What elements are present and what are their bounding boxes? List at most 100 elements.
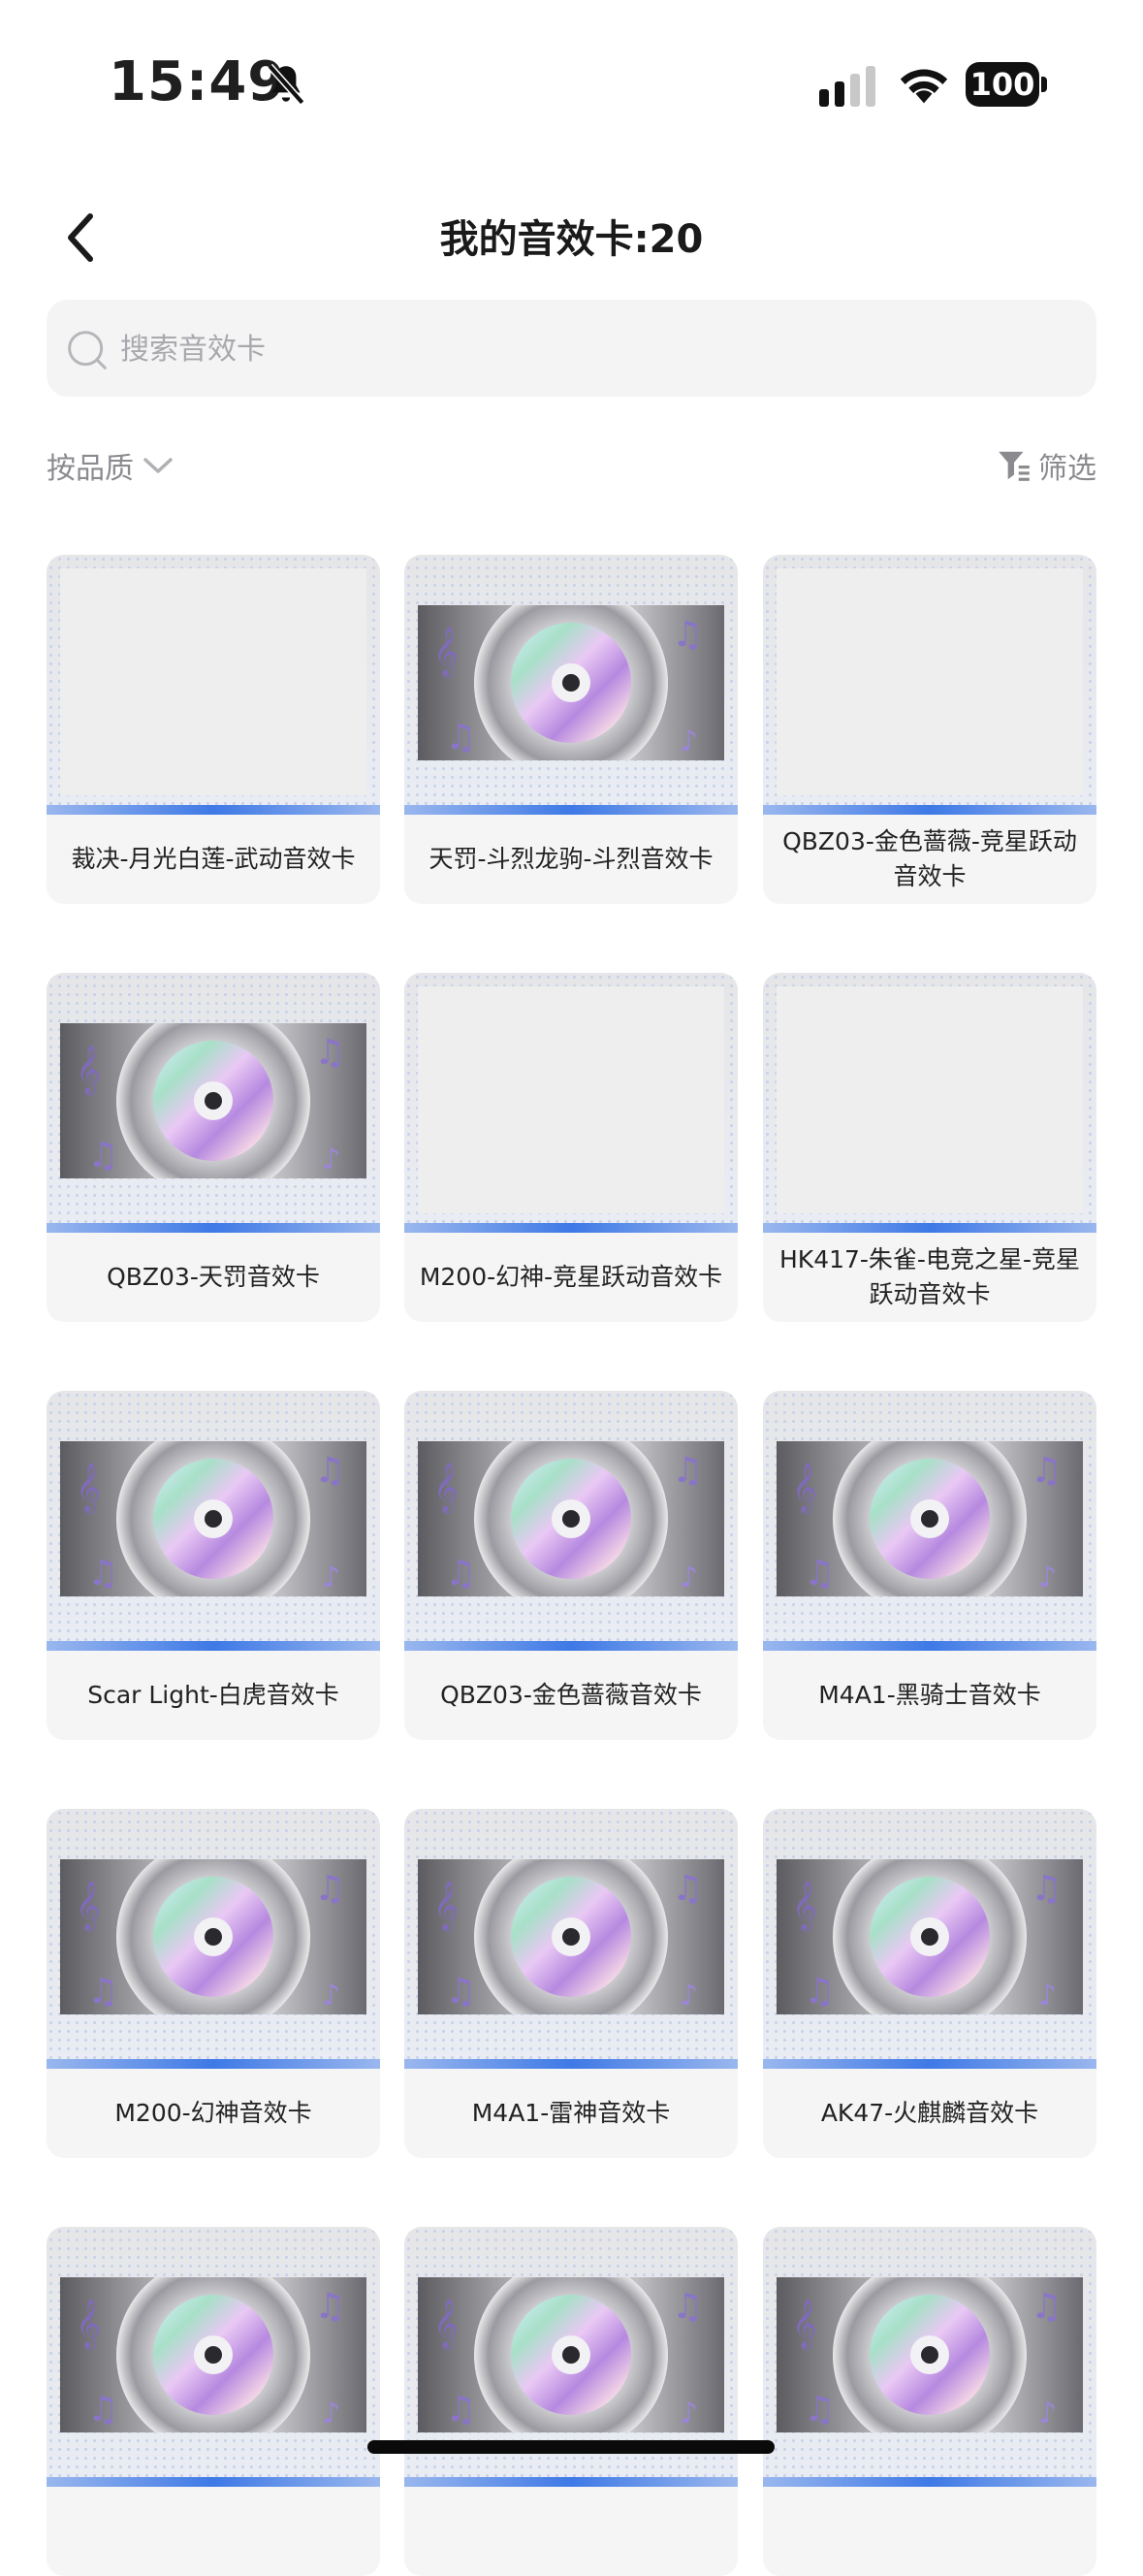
sound-card-thumbnail (404, 973, 738, 1229)
svg-text:𝄞: 𝄞 (433, 627, 459, 678)
sound-card-label (773, 2487, 1087, 2576)
sound-card[interactable]: 𝄞 ♫ ♫ ♪ 天罚-斗烈龙驹-斗烈音效卡 (404, 555, 738, 904)
sort-label: 按品质 (47, 452, 134, 486)
svg-text:♫: ♫ (672, 1869, 703, 1909)
svg-text:♫: ♫ (672, 2287, 703, 2327)
sound-card[interactable]: M200-幻神-竞星跃动音效卡 (404, 973, 738, 1322)
sound-card[interactable]: 𝄞 ♫ ♫ ♪ (47, 2227, 380, 2576)
image-placeholder (777, 568, 1083, 795)
quality-bar (763, 805, 1096, 815)
sound-card-thumbnail (763, 973, 1096, 1229)
sound-card-label: QBZ03-天罚音效卡 (107, 1263, 320, 1291)
svg-text:♫: ♫ (672, 1451, 703, 1491)
sound-card-label (414, 2487, 728, 2576)
sound-card[interactable]: 𝄞 ♫ ♫ ♪ Scar Light-白虎音效卡 (47, 1391, 380, 1740)
sound-card-thumbnail: 𝄞 ♫ ♫ ♪ (47, 973, 380, 1229)
sound-card-label: M4A1-黑骑士音效卡 (818, 1681, 1041, 1709)
quality-bar (47, 1641, 380, 1651)
svg-text:𝄞: 𝄞 (76, 1463, 101, 1514)
svg-text:♪: ♪ (680, 1561, 698, 1594)
quality-bar (47, 805, 380, 815)
sound-card-label: 裁决-月光白莲-武动音效卡 (71, 845, 356, 873)
svg-text:♫: ♫ (445, 718, 476, 757)
svg-text:♪: ♪ (680, 1979, 698, 2012)
svg-text:♫: ♫ (87, 2390, 118, 2430)
svg-text:♫: ♫ (87, 1554, 118, 1594)
disc-icon: 𝄞 ♫ ♫ ♪ (777, 2277, 1083, 2432)
search-input[interactable] (118, 319, 1053, 379)
svg-text:♪: ♪ (1038, 1561, 1057, 1594)
image-placeholder (777, 986, 1083, 1213)
svg-text:♪: ♪ (1038, 2397, 1057, 2431)
disc-icon: 𝄞 ♫ ♫ ♪ (418, 1441, 724, 1596)
quality-bar (763, 1223, 1096, 1233)
svg-text:♪: ♪ (680, 2397, 698, 2431)
search-bar[interactable] (47, 300, 1096, 397)
sound-card-thumbnail: 𝄞 ♫ ♫ ♪ (763, 1391, 1096, 1647)
quality-bar (404, 2059, 738, 2069)
sound-card[interactable]: 𝄞 ♫ ♫ ♪ M200-幻神音效卡 (47, 1809, 380, 2158)
svg-text:𝄞: 𝄞 (76, 2299, 101, 2350)
svg-text:♪: ♪ (1038, 1979, 1057, 2012)
search-icon (68, 331, 107, 370)
sound-card-thumbnail (47, 555, 380, 811)
disc-icon: 𝄞 ♫ ♫ ♪ (60, 1441, 366, 1596)
svg-text:♫: ♫ (87, 1136, 118, 1175)
svg-text:♫: ♫ (1031, 2287, 1062, 2327)
filter-button[interactable]: 筛选 (996, 444, 1096, 487)
sound-card[interactable]: 𝄞 ♫ ♫ ♪ QBZ03-天罚音效卡 (47, 973, 380, 1322)
image-placeholder (418, 986, 724, 1213)
sound-card[interactable]: 𝄞 ♫ ♫ ♪ (404, 2227, 738, 2576)
svg-text:♫: ♫ (445, 1972, 476, 2012)
image-placeholder (60, 568, 366, 795)
sound-card[interactable]: HK417-朱雀-电竞之星-竞星跃动音效卡 (763, 973, 1096, 1322)
svg-text:♫: ♫ (314, 2287, 345, 2327)
sound-card[interactable]: 裁决-月光白莲-武动音效卡 (47, 555, 380, 904)
quality-bar (404, 1641, 738, 1651)
sort-quality-dropdown[interactable]: 按品质 (47, 444, 175, 487)
sound-card[interactable]: 𝄞 ♫ ♫ ♪ AK47-火麒麟音效卡 (763, 1809, 1096, 2158)
disc-icon: 𝄞 ♫ ♫ ♪ (60, 1023, 366, 1178)
battery-icon: 100 (966, 62, 1049, 107)
svg-text:♫: ♫ (672, 615, 703, 655)
sound-card-thumbnail: 𝄞 ♫ ♫ ♪ (404, 555, 738, 811)
sound-card-thumbnail: 𝄞 ♫ ♫ ♪ (47, 1809, 380, 2065)
svg-text:♫: ♫ (445, 1554, 476, 1594)
svg-text:♫: ♫ (445, 2390, 476, 2430)
svg-text:♪: ♪ (322, 1561, 340, 1594)
sound-card-label: QBZ03-金色蔷薇-竞星跃动音效卡 (782, 827, 1077, 890)
svg-text:𝄞: 𝄞 (792, 2299, 817, 2350)
svg-text:♪: ♪ (322, 1143, 340, 1176)
sound-card-label: AK47-火麒麟音效卡 (820, 2099, 1039, 2127)
quality-bar (763, 1641, 1096, 1651)
svg-text:♫: ♫ (1031, 1451, 1062, 1491)
sound-card[interactable]: 𝄞 ♫ ♫ ♪ (763, 2227, 1096, 2576)
svg-text:♪: ♪ (680, 724, 698, 758)
svg-text:𝄞: 𝄞 (76, 1045, 101, 1096)
sound-card-label: M200-幻神音效卡 (114, 2099, 312, 2127)
sound-card[interactable]: 𝄞 ♫ ♫ ♪ M4A1-雷神音效卡 (404, 1809, 738, 2158)
sound-card-thumbnail: 𝄞 ♫ ♫ ♪ (763, 2227, 1096, 2483)
chevron-down-icon (143, 458, 173, 473)
disc-icon: 𝄞 ♫ ♫ ♪ (60, 1859, 366, 2014)
disc-icon: 𝄞 ♫ ♫ ♪ (777, 1859, 1083, 2014)
sound-card[interactable]: 𝄞 ♫ ♫ ♪ M4A1-黑骑士音效卡 (763, 1391, 1096, 1740)
sound-card[interactable]: QBZ03-金色蔷薇-竞星跃动音效卡 (763, 555, 1096, 904)
svg-text:♫: ♫ (314, 1869, 345, 1909)
sound-card[interactable]: 𝄞 ♫ ♫ ♪ QBZ03-金色蔷薇音效卡 (404, 1391, 738, 1740)
sound-card-label: M4A1-雷神音效卡 (471, 2099, 671, 2127)
svg-text:𝄞: 𝄞 (792, 1463, 817, 1514)
svg-text:♫: ♫ (1031, 1869, 1062, 1909)
wifi-icon (900, 69, 948, 104)
quality-bar (47, 1223, 380, 1233)
quality-bar (404, 805, 738, 815)
svg-text:𝄞: 𝄞 (433, 1463, 459, 1514)
disc-icon: 𝄞 ♫ ♫ ♪ (418, 605, 724, 760)
quality-bar (763, 2059, 1096, 2069)
disc-icon: 𝄞 ♫ ♫ ♪ (418, 1859, 724, 2014)
quality-bar (47, 2059, 380, 2069)
sound-card-thumbnail: 𝄞 ♫ ♫ ♪ (47, 2227, 380, 2483)
svg-text:♫: ♫ (314, 1033, 345, 1073)
sound-card-thumbnail (763, 555, 1096, 811)
svg-text:♫: ♫ (804, 2390, 835, 2430)
